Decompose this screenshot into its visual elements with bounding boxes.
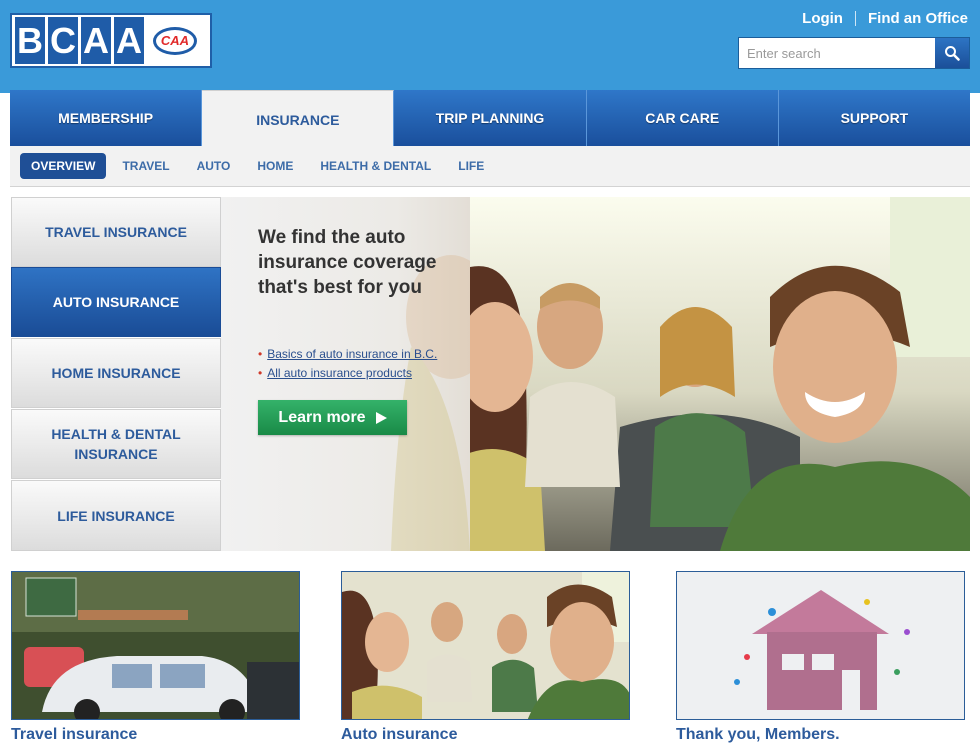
- promo-thank-you-members: Thank you, Members.: [676, 571, 965, 744]
- top-links: Login Find an Office: [802, 10, 968, 27]
- tab-membership[interactable]: MEMBERSHIP: [10, 90, 203, 146]
- auto-insurance-image[interactable]: [341, 571, 630, 720]
- search-input[interactable]: [739, 38, 935, 68]
- thank-you-members-image[interactable]: [676, 571, 965, 720]
- find-office-link[interactable]: Find an Office: [868, 10, 968, 27]
- tab-trip-planning[interactable]: TRIP PLANNING: [394, 90, 587, 146]
- promo-caption[interactable]: Thank you, Members.: [676, 726, 965, 744]
- subnav-health-dental[interactable]: HEALTH & DENTAL: [320, 159, 431, 173]
- subnav-home[interactable]: HOME: [257, 159, 293, 173]
- search-icon: [945, 46, 960, 61]
- tab-car-care[interactable]: CAR CARE: [586, 90, 779, 146]
- basics-auto-insurance-link[interactable]: Basics of auto insurance in B.C.: [267, 347, 437, 361]
- menu-home-insurance[interactable]: HOME INSURANCE: [11, 338, 221, 408]
- family-in-car-photo: [470, 197, 970, 551]
- menu-life-insurance[interactable]: LIFE INSURANCE: [11, 480, 221, 551]
- menu-auto-insurance[interactable]: AUTO INSURANCE: [11, 267, 221, 337]
- confetti-house-illustration: [677, 572, 964, 719]
- search-box: [738, 37, 970, 69]
- subnav-travel[interactable]: TRAVEL: [122, 159, 169, 173]
- promo-auto-insurance: Auto insurance: [341, 571, 630, 744]
- main-nav: MEMBERSHIP INSURANCE TRIP PLANNING CAR C…: [10, 90, 971, 148]
- promo-caption[interactable]: Auto insurance: [341, 726, 630, 744]
- learn-more-label: Learn more: [278, 408, 366, 426]
- promo-caption[interactable]: Travel insurance: [11, 726, 300, 744]
- caa-badge: CAA: [153, 26, 197, 55]
- hero-links: Basics of auto insurance in B.C. All aut…: [258, 347, 437, 385]
- tab-insurance[interactable]: INSURANCE: [202, 90, 395, 148]
- learn-more-button[interactable]: Learn more: [258, 400, 407, 435]
- subnav-overview[interactable]: OVERVIEW: [20, 153, 107, 179]
- subnav-life[interactable]: LIFE: [458, 159, 484, 173]
- site-header: B C A A CAA Login Find an Office: [0, 0, 980, 93]
- tab-support[interactable]: SUPPORT: [778, 90, 971, 146]
- sub-nav: OVERVIEW TRAVEL AUTO HOME HEALTH & DENTA…: [10, 146, 970, 187]
- bcaa-logo[interactable]: B C A A CAA: [10, 13, 212, 68]
- travel-insurance-image[interactable]: [11, 571, 300, 720]
- travel-car-photo: [12, 572, 299, 719]
- promo-travel-insurance: Travel insurance: [11, 571, 300, 744]
- menu-health-dental-insurance[interactable]: HEALTH & DENTAL INSURANCE: [11, 409, 221, 479]
- logo-letter: B: [15, 17, 45, 64]
- logo-letter: A: [114, 17, 144, 64]
- hero-headline: We find the auto insurance coverage that…: [258, 227, 437, 298]
- logo-letter: C: [48, 17, 78, 64]
- menu-travel-insurance[interactable]: TRAVEL INSURANCE: [11, 197, 221, 267]
- divider: [854, 11, 856, 26]
- search-button[interactable]: [935, 38, 969, 68]
- all-auto-products-link[interactable]: All auto insurance products: [267, 366, 412, 380]
- subnav-auto[interactable]: AUTO: [197, 159, 231, 173]
- play-arrow-icon: [375, 411, 387, 424]
- insurance-side-menu: TRAVEL INSURANCE AUTO INSURANCE HOME INS…: [11, 197, 241, 551]
- logo-letter: A: [81, 17, 111, 64]
- login-link[interactable]: Login: [802, 10, 843, 27]
- hero-link-item: Basics of auto insurance in B.C.: [258, 347, 437, 361]
- family-car-photo: [342, 572, 629, 719]
- hero-banner: We find the auto insurance coverage that…: [221, 197, 970, 551]
- hero-link-item: All auto insurance products: [258, 366, 437, 380]
